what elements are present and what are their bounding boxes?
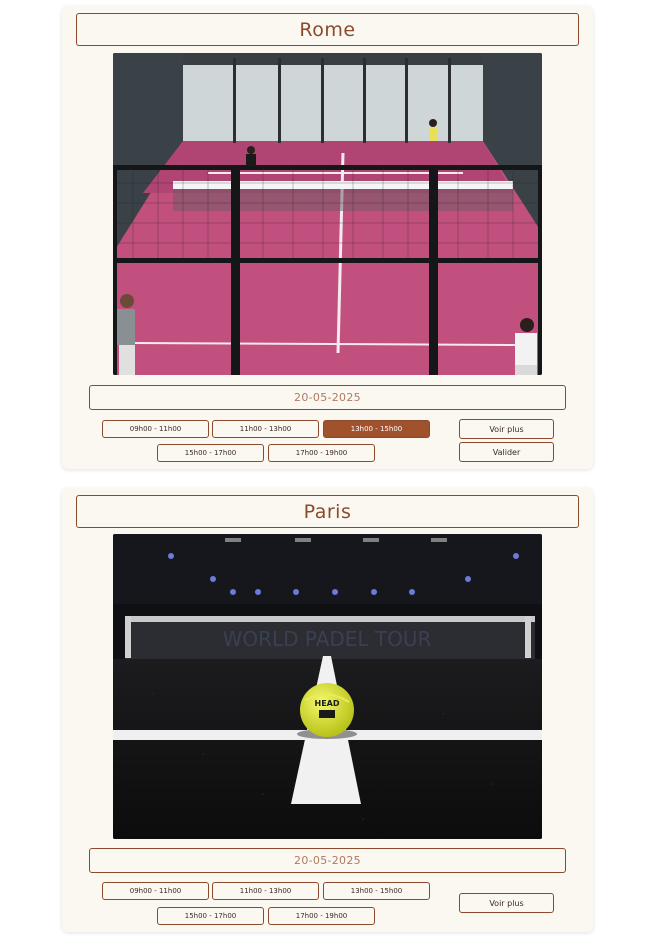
time-slot-button[interactable]: 11h00 - 13h00 [212, 882, 319, 900]
svg-text:HEAD: HEAD [315, 699, 340, 708]
voir-plus-button[interactable]: Voir plus [459, 419, 554, 439]
time-slot-button[interactable]: 17h00 - 19h00 [268, 907, 375, 925]
padel-ball-photo: WORLD PADEL TOUR HEAD [113, 534, 542, 839]
location-card-rome: Rome 20-05-2025 09h00 - 11h00 11h00 - 13… [62, 6, 593, 469]
date-field[interactable]: 20-05-2025 [89, 385, 566, 410]
time-slot-button[interactable]: 09h00 - 11h00 [102, 420, 209, 438]
time-slot-button-selected[interactable]: 13h00 - 15h00 [323, 420, 430, 438]
time-slot-button[interactable]: 15h00 - 17h00 [157, 444, 264, 462]
voir-plus-button[interactable]: Voir plus [459, 893, 554, 913]
valider-button[interactable]: Valider [459, 442, 554, 462]
time-slot-button[interactable]: 13h00 - 15h00 [323, 882, 430, 900]
padel-court-photo [113, 53, 542, 375]
date-field[interactable]: 20-05-2025 [89, 848, 566, 873]
card-title: Paris [76, 495, 579, 528]
time-slot-button[interactable]: 11h00 - 13h00 [212, 420, 319, 438]
time-slot-button[interactable]: 09h00 - 11h00 [102, 882, 209, 900]
svg-text:WORLD PADEL TOUR: WORLD PADEL TOUR [223, 627, 432, 651]
time-slot-button[interactable]: 15h00 - 17h00 [157, 907, 264, 925]
card-title: Rome [76, 13, 579, 46]
location-card-paris: Paris WORLD PADEL TOUR HEAD 20-05-2025 0… [62, 488, 593, 932]
time-slot-button[interactable]: 17h00 - 19h00 [268, 444, 375, 462]
